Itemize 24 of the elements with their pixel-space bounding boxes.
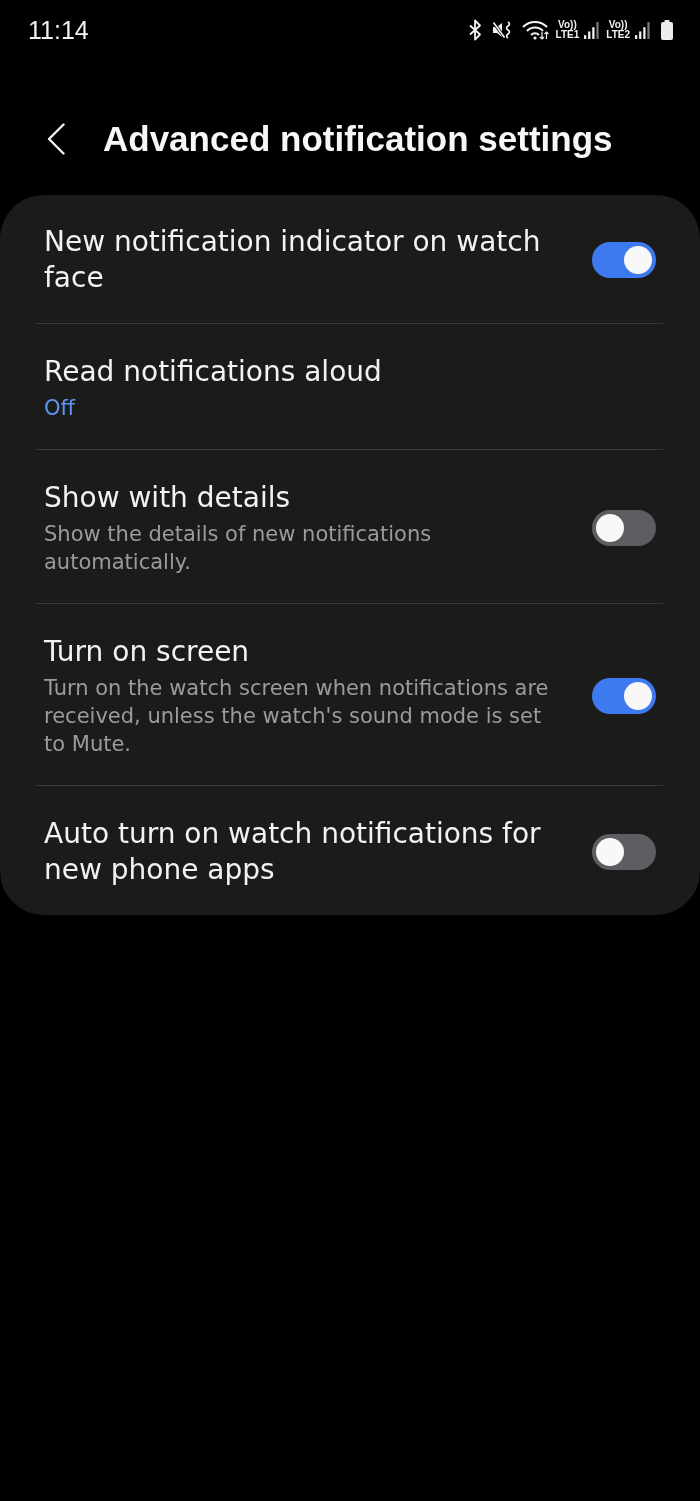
network-type-label: LTE2	[606, 30, 630, 40]
network-type-label: LTE1	[555, 30, 580, 40]
signal-icon	[635, 21, 650, 39]
setting-title[interactable]: Read notifications aloud	[44, 354, 556, 390]
setting-description: Show the details of new notifications automatically.	[44, 521, 433, 576]
volte-label: Vo))	[558, 20, 577, 30]
page-title: Advanced notification settings	[103, 117, 613, 160]
volte-label: Vo))	[608, 20, 628, 30]
setting-title[interactable]: Auto turn on watch notifications for new phone apps	[44, 816, 556, 888]
setting-title[interactable]: New notification indicator on watch face	[44, 224, 556, 296]
status-time: 11:14	[28, 15, 89, 45]
toggle-switch[interactable]	[592, 510, 656, 546]
bluetooth-icon	[467, 19, 482, 41]
wifi-icon	[520, 20, 549, 40]
signal-icon	[584, 21, 600, 39]
setting-title[interactable]: Show with details	[44, 480, 556, 516]
toggle-switch[interactable]	[592, 678, 656, 714]
setting-description: Turn on the watch screen when notifications are received, unless the watch's sound mode is set to Mute.	[44, 675, 550, 758]
setting-value: Off	[44, 395, 77, 422]
toggle-switch[interactable]	[592, 834, 656, 870]
battery-icon	[661, 20, 673, 40]
back-icon[interactable]	[47, 122, 65, 155]
setting-title[interactable]: Turn on screen	[44, 634, 556, 670]
toggle-switch[interactable]	[592, 242, 656, 278]
